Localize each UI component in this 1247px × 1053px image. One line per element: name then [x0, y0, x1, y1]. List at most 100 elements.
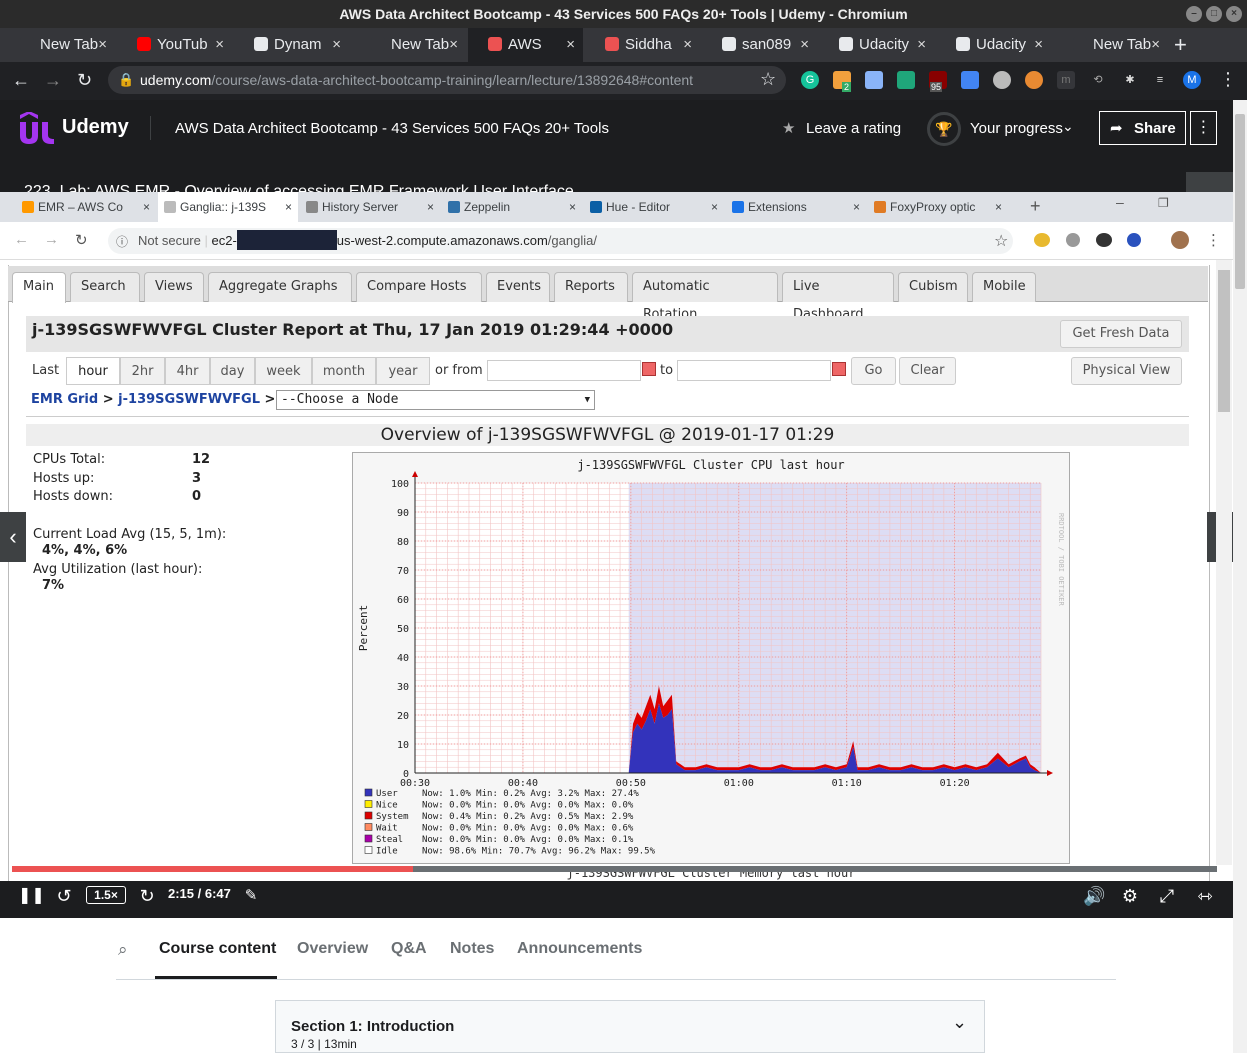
ganglia-tab: Events: [486, 272, 550, 302]
y-axis-label: Percent: [357, 605, 370, 651]
tab-favicon-icon: [371, 37, 385, 51]
browser-tab[interactable]: YouTub ×: [117, 28, 232, 62]
fullscreen-icon[interactable]: ⤢: [1156, 884, 1178, 908]
lock-icon[interactable]: 🔒: [118, 72, 134, 88]
inner-tab-label: Extensions: [748, 200, 807, 214]
info-icon: ⓘ: [116, 235, 129, 249]
extension-icon[interactable]: [961, 71, 979, 89]
course-title[interactable]: AWS Data Architect Bootcamp - 43 Service…: [175, 120, 609, 137]
forward-5-icon[interactable]: ↻: [137, 884, 157, 908]
breadcrumb-separator: >: [264, 392, 276, 407]
browser-tab[interactable]: Udacity ×: [936, 28, 1051, 62]
inner-extension-icon: [1096, 233, 1112, 247]
tab-course-content[interactable]: Course content: [159, 940, 276, 958]
extension-icon[interactable]: [897, 71, 915, 89]
puzzle-icon[interactable]: ✱: [1121, 71, 1139, 89]
tab-close-icon[interactable]: ×: [215, 28, 224, 62]
extension-icon[interactable]: [993, 71, 1011, 89]
trophy-icon[interactable]: 🏆: [927, 112, 961, 146]
not-secure-label: Not secure: [138, 233, 201, 248]
close-icon[interactable]: ×: [1226, 6, 1242, 22]
udemy-logo-icon[interactable]: [16, 112, 56, 146]
back-icon[interactable]: ←: [12, 70, 30, 91]
share-label: Share: [1134, 120, 1176, 137]
chart-title: j-139SGSWFWVFGL Cluster CPU last hour: [577, 458, 844, 472]
chevron-down-icon[interactable]: ⌄: [1062, 118, 1074, 135]
tab-close-icon[interactable]: ×: [566, 28, 575, 62]
bookmark-star-icon[interactable]: ☆: [760, 69, 776, 90]
extension-icon[interactable]: [1025, 71, 1043, 89]
browser-tab[interactable]: New Tab ×: [1053, 28, 1168, 62]
browser-tab[interactable]: New Tab ×: [351, 28, 466, 62]
y-tick-label: 10: [397, 740, 409, 751]
page-scrollbar-thumb[interactable]: [1235, 114, 1245, 289]
reload-icon[interactable]: ↻: [77, 70, 92, 91]
browser-tab[interactable]: AWS ×: [468, 28, 583, 62]
tab-close-icon[interactable]: ×: [1151, 28, 1160, 62]
report-title: j-139SGSWFWVFGL Cluster Report at Thu, 1…: [32, 320, 674, 339]
legend-swatch: [364, 834, 373, 843]
settings-icon[interactable]: ⚙: [1119, 884, 1141, 908]
search-icon[interactable]: ⌕: [118, 940, 128, 960]
node-select: --Choose a Node ▼: [276, 390, 595, 410]
share-button[interactable]: ➦ Share: [1099, 111, 1186, 145]
breadcrumb-grid: EMR Grid: [31, 392, 99, 407]
menu-icon[interactable]: ⋮: [1219, 69, 1237, 90]
inner-extension-icon: [1127, 233, 1141, 247]
grammarly-icon[interactable]: G: [801, 71, 819, 89]
utilization-label: Avg Utilization (last hour):: [33, 562, 203, 577]
queue-icon[interactable]: ≡: [1151, 71, 1169, 89]
browser-tab[interactable]: Siddha ×: [585, 28, 700, 62]
browser-tab[interactable]: Dynam ×: [234, 28, 349, 62]
browser-tab-label: New Tab: [1093, 36, 1152, 53]
x-tick-label: 00:30: [400, 778, 430, 789]
playback-speed-button[interactable]: 1.5×: [86, 886, 126, 904]
ganglia-tabs: Main Search Views Aggregate Graphs Compare H…: [8, 266, 1208, 322]
docs-icon[interactable]: [865, 71, 883, 89]
browser-tab[interactable]: Udacity ×: [819, 28, 934, 62]
browser-tab-label: Dynam: [274, 36, 322, 53]
legend-stats: Now: 0.0% Min: 0.0% Avg: 0.0% Max: 0.6%: [422, 824, 634, 834]
history-icon[interactable]: ⟲: [1089, 71, 1107, 89]
tab-announcements[interactable]: Announcements: [517, 940, 642, 958]
inner-tab: History Server ×: [300, 192, 440, 222]
tab-close-icon[interactable]: ×: [332, 28, 341, 62]
new-tab-button[interactable]: +: [1174, 32, 1187, 58]
ganglia-tab: Aggregate Graphs: [208, 272, 352, 302]
tab-close-icon[interactable]: ×: [1034, 28, 1043, 62]
tab-close-icon[interactable]: ×: [98, 28, 107, 62]
forward-icon[interactable]: →: [44, 70, 62, 91]
profile-avatar[interactable]: M: [1183, 71, 1201, 89]
notes-icon[interactable]: ✎: [242, 884, 260, 908]
inner-tab-label: EMR – AWS Co: [38, 200, 123, 214]
tab-close-icon[interactable]: ×: [683, 28, 692, 62]
chevron-down-icon[interactable]: ⌄: [952, 1012, 967, 1033]
extension-icon[interactable]: m: [1057, 71, 1075, 89]
browser-tab[interactable]: New Tab ×: [0, 28, 115, 62]
leave-rating-link[interactable]: Leave a rating: [806, 120, 901, 137]
address-bar[interactable]: udemy.com/course/aws-data-architect-boot…: [108, 66, 786, 94]
browser-tab[interactable]: san089 ×: [702, 28, 817, 62]
tab-close-icon[interactable]: ×: [917, 28, 926, 62]
inner-url-prefix: ec2-: [211, 233, 237, 248]
maximize-icon[interactable]: □: [1206, 6, 1222, 22]
rewind-icon[interactable]: ↺: [54, 884, 74, 908]
udemy-logo-text[interactable]: Udemy: [62, 116, 129, 139]
dropdown-arrow-icon: ▼: [584, 395, 590, 405]
tab-close-icon[interactable]: ×: [449, 28, 458, 62]
inner-tab-close-icon: ×: [426, 200, 434, 214]
tab-notes[interactable]: Notes: [450, 940, 494, 958]
star-icon[interactable]: ★: [782, 119, 795, 137]
more-options-button[interactable]: ⋮: [1190, 111, 1217, 145]
inner-new-tab-icon: +: [1030, 196, 1041, 216]
expand-icon[interactable]: ⇿: [1192, 884, 1218, 908]
previous-lecture-button[interactable]: ‹: [0, 512, 26, 562]
tab-overview[interactable]: Overview: [297, 940, 368, 958]
minimize-icon[interactable]: –: [1186, 6, 1202, 22]
tab-close-icon[interactable]: ×: [800, 28, 809, 62]
volume-icon[interactable]: 🔊: [1083, 884, 1105, 908]
extension-badge: 2: [842, 82, 852, 92]
tab-qa[interactable]: Q&A: [391, 940, 427, 958]
pause-icon[interactable]: ❚❚: [18, 884, 45, 908]
your-progress-button[interactable]: Your progress: [970, 120, 1063, 137]
